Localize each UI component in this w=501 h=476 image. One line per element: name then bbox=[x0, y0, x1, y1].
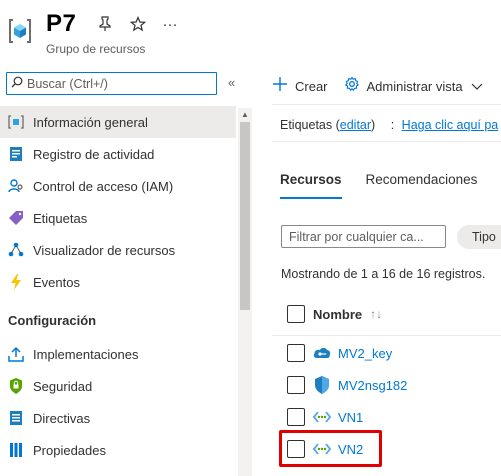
resource-group-icon bbox=[8, 17, 32, 45]
resource-visualizer-icon bbox=[8, 242, 24, 258]
highlight-box bbox=[279, 430, 382, 467]
tab-bar: Recursos Recomendaciones bbox=[280, 172, 501, 199]
tags-row: Etiquetas (editar) : Haga clic aquí pa bbox=[280, 118, 498, 132]
tags-separator: : bbox=[390, 118, 395, 132]
divider bbox=[272, 104, 501, 105]
select-all-checkbox[interactable] bbox=[287, 305, 305, 323]
sidebar-item-label: Etiquetas bbox=[33, 210, 88, 226]
tag-icon bbox=[8, 210, 24, 226]
sidebar-item-security[interactable]: Seguridad bbox=[0, 370, 236, 402]
star-icon[interactable] bbox=[128, 14, 148, 34]
edit-tags-link[interactable]: editar bbox=[340, 118, 371, 132]
search-box[interactable] bbox=[6, 72, 217, 95]
sidebar-item-label: Implementaciones bbox=[33, 346, 139, 362]
deployments-icon bbox=[8, 346, 24, 362]
resource-link[interactable]: MV2_key bbox=[338, 346, 392, 361]
sidebar-item-tags[interactable]: Etiquetas bbox=[0, 202, 236, 234]
search-input[interactable] bbox=[27, 76, 207, 91]
table-row: VN1 bbox=[287, 408, 363, 426]
create-label: Crear bbox=[295, 78, 328, 94]
tab-resources[interactable]: Recursos bbox=[280, 172, 342, 199]
ssh-key-icon bbox=[313, 344, 331, 362]
sidebar-item-overview[interactable]: Información general bbox=[0, 106, 236, 138]
add-tags-link[interactable]: Haga clic aquí pa bbox=[402, 118, 499, 132]
events-icon bbox=[8, 274, 24, 290]
table-row: MV2_key bbox=[287, 344, 392, 362]
divider bbox=[272, 141, 501, 142]
command-bar: Crear Administrar vista bbox=[272, 70, 499, 102]
tab-recommendations[interactable]: Recomendaciones bbox=[366, 172, 478, 199]
table-row: MV2nsg182 bbox=[287, 376, 407, 394]
chevron-down-icon bbox=[471, 79, 483, 94]
filter-box[interactable] bbox=[281, 225, 446, 248]
sidebar-item-deployments[interactable]: Implementaciones bbox=[0, 338, 236, 370]
sidebar-item-label: Eventos bbox=[33, 274, 80, 290]
more-options-button[interactable]: ··· bbox=[160, 14, 180, 34]
policies-icon bbox=[8, 410, 24, 426]
sidebar-item-events[interactable]: Eventos bbox=[0, 266, 236, 298]
sidebar-item-properties[interactable]: Propiedades bbox=[0, 434, 236, 466]
filter-input[interactable] bbox=[289, 229, 439, 244]
sidebar-item-iam[interactable]: Control de acceso (IAM) bbox=[0, 170, 236, 202]
network-security-group-icon bbox=[313, 376, 331, 394]
sidebar-item-label: Control de acceso (IAM) bbox=[33, 178, 174, 194]
virtual-network-icon bbox=[313, 408, 331, 426]
sidebar-item-label: Directivas bbox=[33, 410, 91, 426]
create-button[interactable]: Crear bbox=[272, 76, 328, 97]
sidebar-item-label: Propiedades bbox=[33, 442, 106, 458]
record-count: Mostrando de 1 a 16 de 16 registros. bbox=[281, 267, 486, 281]
divider bbox=[272, 335, 501, 336]
activity-log-icon bbox=[8, 146, 24, 162]
sidebar-item-activity-log[interactable]: Registro de actividad bbox=[0, 138, 236, 170]
row-checkbox[interactable] bbox=[287, 408, 305, 426]
properties-icon bbox=[8, 442, 24, 458]
resource-link[interactable]: VN1 bbox=[338, 410, 363, 425]
page-title: P7 bbox=[46, 10, 77, 37]
sidebar-item-label: Información general bbox=[33, 114, 148, 130]
sidebar-item-policies[interactable]: Directivas bbox=[0, 402, 236, 434]
sidebar-item-resource-visualizer[interactable]: Visualizador de recursos bbox=[0, 234, 236, 266]
scroll-up-arrow-icon[interactable]: ▲ bbox=[241, 110, 249, 119]
security-icon bbox=[8, 378, 24, 394]
row-checkbox[interactable] bbox=[287, 344, 305, 362]
page-header: P7 Grupo de recursos ··· bbox=[0, 0, 501, 66]
search-icon bbox=[11, 76, 23, 91]
sidebar-scrollbar-thumb[interactable] bbox=[240, 122, 250, 310]
tags-label: Etiquetas ( bbox=[280, 118, 340, 132]
page-subtitle: Grupo de recursos bbox=[46, 42, 146, 56]
sort-icon[interactable]: ↑↓ bbox=[370, 307, 382, 321]
sidebar-item-label: Registro de actividad bbox=[33, 146, 155, 162]
section-title-configuration: Configuración bbox=[8, 313, 97, 328]
row-checkbox[interactable] bbox=[287, 376, 305, 394]
manage-view-label: Administrar vista bbox=[366, 78, 463, 94]
plus-icon bbox=[272, 76, 288, 97]
sidebar-item-label: Visualizador de recursos bbox=[33, 242, 176, 258]
tags-label-suffix: ) bbox=[371, 118, 376, 132]
pin-icon[interactable] bbox=[95, 14, 115, 34]
overview-icon bbox=[8, 114, 24, 130]
column-name-header[interactable]: Nombre bbox=[313, 307, 362, 322]
type-filter-pill[interactable]: Tipo bbox=[457, 225, 501, 249]
manage-view-button[interactable]: Administrar vista bbox=[344, 76, 483, 97]
sidebar: « Información general Registro de activi… bbox=[0, 66, 252, 476]
resource-link[interactable]: MV2nsg182 bbox=[338, 378, 407, 393]
gear-icon bbox=[344, 76, 360, 97]
sidebar-item-label: Seguridad bbox=[33, 378, 93, 394]
collapse-sidebar-button[interactable]: « bbox=[228, 75, 235, 90]
access-control-icon bbox=[8, 178, 24, 194]
table-header: Nombre ↑↓ bbox=[287, 305, 382, 323]
